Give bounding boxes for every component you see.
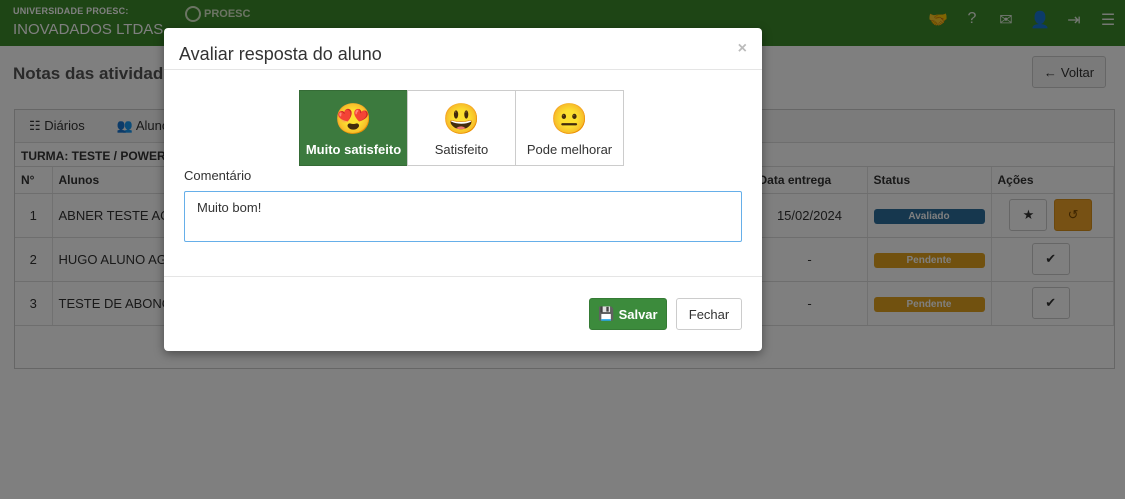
modal-title: Avaliar resposta do aluno xyxy=(179,44,382,64)
close-button[interactable]: Fechar xyxy=(676,298,742,330)
comment-textarea[interactable]: Muito bom! xyxy=(184,191,742,242)
rating-satisfeito[interactable]: 😃 Satisfeito xyxy=(407,90,516,166)
neutral-emoji-icon: 😐 xyxy=(550,103,589,136)
rating-muito-satisfeito[interactable]: 😍 Muito satisfeito xyxy=(299,90,408,166)
close-icon[interactable]: × xyxy=(738,40,747,58)
smile-emoji-icon: 😃 xyxy=(442,103,481,136)
save-icon: 💾 xyxy=(598,306,615,321)
rating-pode-melhorar[interactable]: 😐 Pode melhorar xyxy=(515,90,624,166)
evaluate-modal: Avaliar resposta do aluno × 😍 Muito sati… xyxy=(164,28,762,351)
modal-divider xyxy=(164,276,762,277)
rating-group: 😍 Muito satisfeito 😃 Satisfeito 😐 Pode m… xyxy=(299,90,624,166)
save-button[interactable]: 💾 Salvar xyxy=(589,298,667,330)
heart-eyes-emoji-icon: 😍 xyxy=(334,103,373,136)
comment-label: Comentário xyxy=(184,168,252,183)
